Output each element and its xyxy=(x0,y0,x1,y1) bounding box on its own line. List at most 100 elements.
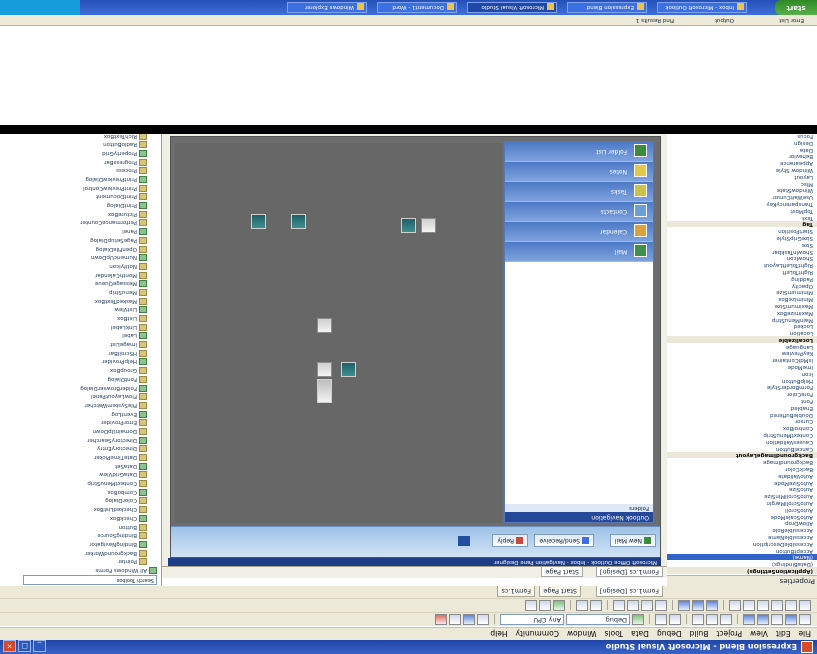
send-receive-button[interactable]: Send/Receive xyxy=(534,534,594,547)
property-row[interactable]: (ApplicationSettings) xyxy=(667,567,817,574)
property-row[interactable]: (Name) xyxy=(667,553,817,561)
property-row[interactable]: HelpButton xyxy=(667,377,817,384)
menu-edit[interactable]: Edit xyxy=(776,630,791,639)
open-icon[interactable] xyxy=(771,614,783,625)
tab-output[interactable]: Output xyxy=(712,16,737,24)
property-row[interactable]: CancelButton xyxy=(667,445,817,452)
toolbox-item[interactable]: ProgressBar xyxy=(0,157,161,166)
toolbox-item[interactable]: DataSet xyxy=(0,461,161,470)
taskbar-item[interactable]: Windows Explorer xyxy=(287,2,367,13)
toolbox-item[interactable]: NotifyIcon xyxy=(0,261,161,270)
taskbar-item[interactable]: Expression Blend xyxy=(567,2,647,13)
toolbox-item[interactable]: FlowLayoutPanel xyxy=(0,392,161,401)
property-row[interactable]: MaximizeBox xyxy=(667,309,817,316)
toolbox-item[interactable]: PrintPreviewDialog xyxy=(0,174,161,184)
menu-debug[interactable]: Debug xyxy=(657,630,682,639)
tab-error-list[interactable]: Error List xyxy=(776,16,807,24)
tab-form1-code[interactable]: Form1.cs xyxy=(497,586,535,597)
configuration-select[interactable]: Debug xyxy=(566,614,630,625)
same-size-icon[interactable] xyxy=(678,600,690,611)
toolbox-item[interactable]: HScrollBar xyxy=(0,348,161,357)
new-project-icon[interactable] xyxy=(799,614,811,625)
property-row[interactable]: TransparencyKey xyxy=(667,200,817,207)
menu-tools[interactable]: Tools xyxy=(605,630,623,639)
toolbox-item[interactable]: ContextMenuStrip xyxy=(0,478,161,488)
grid-icon[interactable] xyxy=(539,600,551,611)
close-icon[interactable]: × xyxy=(3,640,16,652)
toolbox-item[interactable]: DirectoryEntry xyxy=(0,444,161,453)
toolbox-item[interactable]: DateTimePicker xyxy=(0,452,161,462)
toolbox-item[interactable]: ErrorProvider xyxy=(0,418,161,427)
properties-icon[interactable] xyxy=(449,614,461,625)
align-center-icon[interactable] xyxy=(785,600,797,611)
property-row[interactable]: Window Style xyxy=(667,166,817,173)
property-row[interactable]: Layout xyxy=(667,173,817,180)
nav-button-tasks[interactable]: Tasks xyxy=(505,182,653,202)
property-row[interactable]: AutoScaleMode xyxy=(667,513,817,520)
property-row[interactable]: Tag xyxy=(667,220,817,228)
toolbox-item[interactable]: Button xyxy=(0,522,161,531)
toolbox-item[interactable]: PictureBox xyxy=(0,209,161,218)
property-row[interactable]: ContextMenuStrip xyxy=(667,431,817,438)
toolbox-search-input[interactable]: Search Toolbox xyxy=(23,575,157,585)
menu-project[interactable]: Project xyxy=(716,630,742,639)
add-item-icon[interactable] xyxy=(785,614,797,625)
property-row[interactable]: ShowIcon xyxy=(667,255,817,261)
toolbox-item[interactable]: MaskedTextBox xyxy=(0,296,161,305)
toolbox-item[interactable]: EventLog xyxy=(0,409,161,418)
toolbox-item[interactable]: MessageQueue xyxy=(0,279,161,288)
property-row[interactable]: UseWaitCursor xyxy=(667,193,817,200)
property-row[interactable]: ImeMode xyxy=(667,363,817,370)
designer-tab-start[interactable]: Start Page xyxy=(541,567,583,577)
toolbox-item[interactable]: Process xyxy=(0,166,161,175)
control-teal-icon[interactable] xyxy=(341,362,356,377)
toolbox-item[interactable]: MonthCalendar xyxy=(0,270,161,279)
toolbox-item[interactable]: MenuStrip xyxy=(0,287,161,296)
paste-icon[interactable] xyxy=(692,614,704,625)
property-row[interactable]: Design xyxy=(667,139,817,146)
tab-find-results[interactable]: Find Results 1 xyxy=(633,16,677,24)
toolbox-item[interactable]: PrintDialog xyxy=(0,200,161,210)
designer-tab-design[interactable]: Form1.cs [Design] xyxy=(595,567,663,577)
undo-icon[interactable] xyxy=(669,614,681,625)
menu-file[interactable]: File xyxy=(798,630,811,639)
same-width-icon[interactable] xyxy=(706,600,718,611)
h-spacing-icon[interactable] xyxy=(655,600,667,611)
redo-icon[interactable] xyxy=(655,614,667,625)
toolbox-item[interactable]: PrintPreviewControl xyxy=(0,183,161,192)
start-button[interactable]: start xyxy=(775,0,817,15)
property-row[interactable]: IsMdiContainer xyxy=(667,357,817,363)
control-teal-icon[interactable] xyxy=(251,214,266,229)
nav-button-notes[interactable]: Notes xyxy=(505,162,653,182)
toolbox-item[interactable]: BindingSource xyxy=(0,531,161,540)
property-row[interactable]: Data xyxy=(667,146,817,153)
property-row[interactable]: AutoSizeMode xyxy=(667,479,817,486)
copy-icon[interactable] xyxy=(706,614,718,625)
property-row[interactable]: AutoScrollMargin xyxy=(667,499,817,506)
control-image-icon[interactable] xyxy=(317,379,332,403)
property-row[interactable]: ForeColor xyxy=(667,390,817,397)
control-document-icon[interactable] xyxy=(317,362,332,377)
toolbox-item[interactable]: OpenFileDialog xyxy=(0,244,161,253)
taskbar-item[interactable]: Document1 - Word xyxy=(377,2,457,13)
nav-button-calendar[interactable]: Calendar xyxy=(505,222,653,242)
toolbox-item[interactable]: FileSystemWatcher xyxy=(0,400,161,409)
find-icon[interactable] xyxy=(477,614,489,625)
property-row[interactable]: Icon xyxy=(667,370,817,377)
property-row[interactable]: AutoScrollMinSize xyxy=(667,492,817,499)
property-row[interactable]: AutoValidate xyxy=(667,472,817,479)
toolbox-item[interactable]: CheckedListBox xyxy=(0,505,161,514)
nav-button-contacts[interactable]: Contacts xyxy=(505,202,653,222)
reply-button[interactable]: Reply xyxy=(492,534,528,547)
toolbox-item[interactable]: PerformanceCounter xyxy=(0,218,161,227)
center-vertically-icon[interactable] xyxy=(613,600,625,611)
nav-button-folder-list[interactable]: Folder List xyxy=(505,142,653,162)
property-row[interactable]: CausesValidation xyxy=(667,438,817,445)
property-row[interactable]: Text xyxy=(667,214,817,221)
toolbox-item[interactable]: ComboBox xyxy=(0,487,161,496)
property-row[interactable]: FormBorderStyle xyxy=(667,384,817,390)
property-row[interactable]: MaximumSize xyxy=(667,302,817,309)
control-page-icon[interactable] xyxy=(317,318,332,333)
property-row[interactable]: Behavior xyxy=(667,153,817,159)
toolbox-item[interactable]: LinkLabel xyxy=(0,322,161,331)
